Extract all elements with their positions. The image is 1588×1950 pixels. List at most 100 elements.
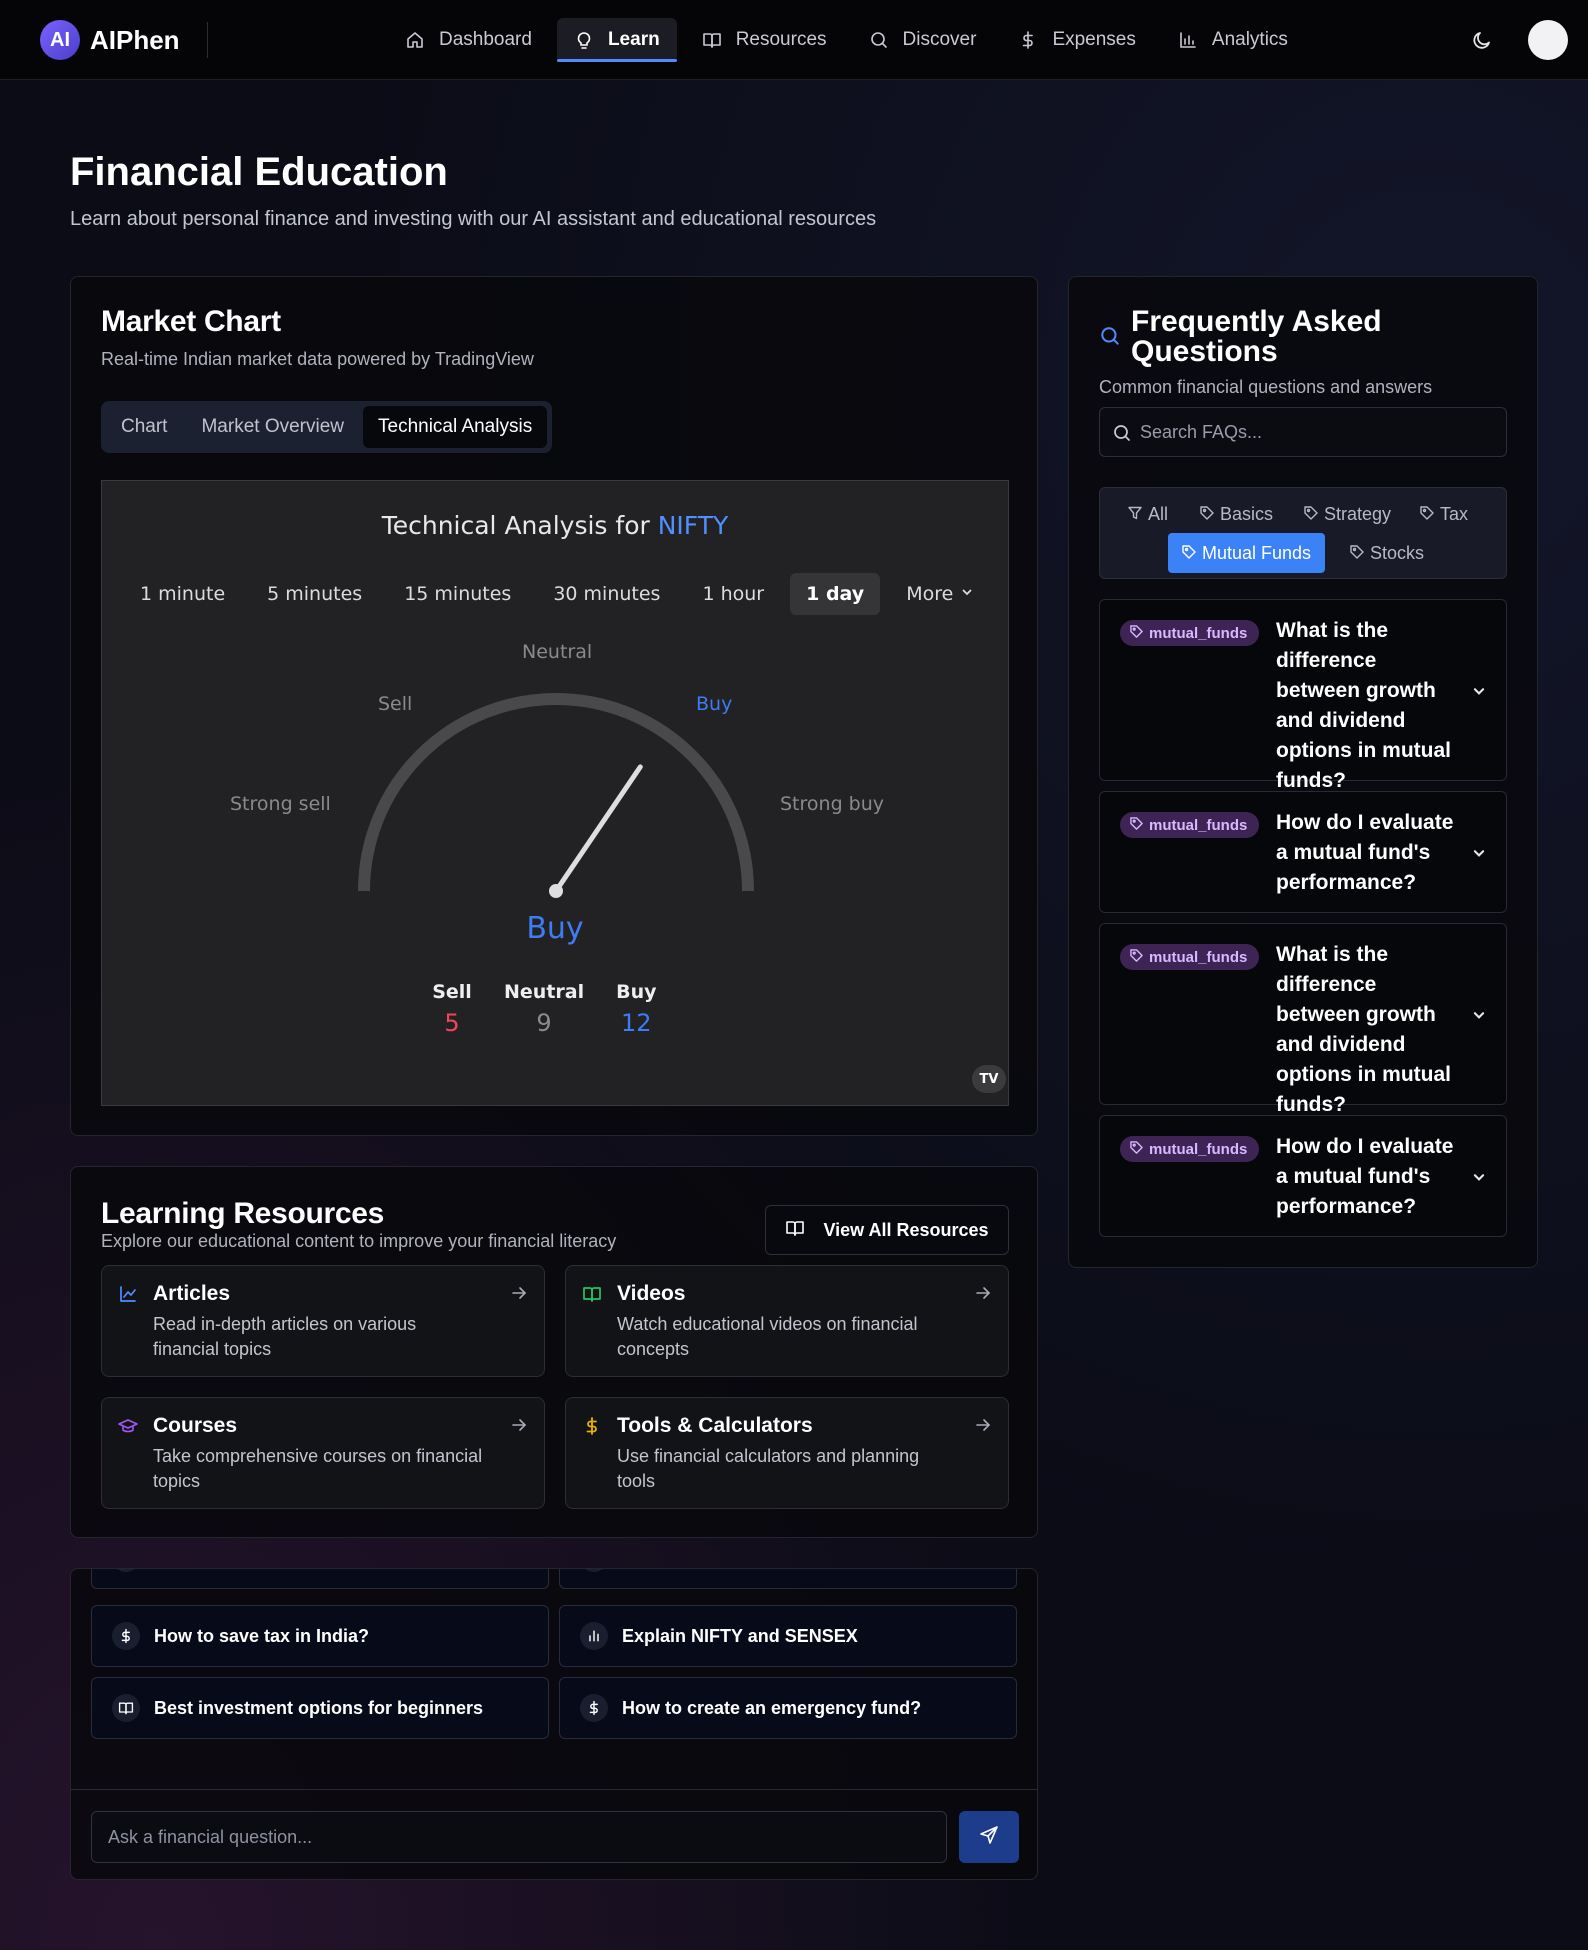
- nav-item-learn[interactable]: Learn: [556, 18, 677, 62]
- nav-item-dashboard[interactable]: Dashboard: [388, 18, 549, 62]
- interval-15-minutes[interactable]: 15 minutes: [388, 573, 527, 615]
- page-title: Financial Education: [70, 150, 448, 194]
- filter-mutual-funds[interactable]: Mutual Funds: [1168, 533, 1326, 573]
- interval-1-minute[interactable]: 1 minute: [124, 573, 241, 615]
- faq-question: How do I evaluate a mutual fund's perfor…: [1276, 811, 1454, 894]
- suggestion-chip[interactable]: Best investment options for beginners: [91, 1677, 549, 1739]
- tab-technical-analysis[interactable]: Technical Analysis: [363, 406, 548, 448]
- interval-selector: 1 minute 5 minutes 15 minutes 30 minutes…: [124, 573, 989, 615]
- faq-search-input[interactable]: [1140, 408, 1500, 456]
- gauge-arc: [358, 693, 754, 892]
- interval-5-minutes[interactable]: 5 minutes: [251, 573, 378, 615]
- page-subtitle: Learn about personal finance and investi…: [70, 208, 877, 230]
- search-icon: [1099, 325, 1121, 352]
- faq-item[interactable]: mutual_funds How do I evaluate a mutual …: [1099, 1115, 1507, 1237]
- interval-30-minutes[interactable]: 30 minutes: [537, 573, 676, 615]
- top-navigation-bar: AI AIPhen Dashboard Learn Resources Disc…: [0, 0, 1588, 80]
- brand[interactable]: AI AIPhen: [40, 20, 180, 60]
- filter-stocks[interactable]: Stocks: [1336, 533, 1438, 573]
- tab-chart[interactable]: Chart: [106, 406, 182, 448]
- book-open-icon: [112, 1694, 140, 1722]
- tradingview-logo[interactable]: TV: [972, 1065, 1006, 1093]
- buy-count: Buy 12: [616, 981, 656, 1037]
- sell-count: Sell 5: [432, 981, 472, 1037]
- suggestion-chip[interactable]: How to create an emergency fund?: [559, 1677, 1017, 1739]
- filter-basics[interactable]: Basics: [1186, 494, 1287, 534]
- filter-label: Stocks: [1370, 542, 1425, 563]
- moon-icon[interactable]: [1470, 28, 1494, 52]
- resource-tools-calculators[interactable]: Tools & Calculators Use financial calcul…: [565, 1397, 1009, 1509]
- faq-question: How do I evaluate a mutual fund's perfor…: [1276, 1135, 1454, 1218]
- view-all-resources-button[interactable]: View All Resources: [765, 1205, 1009, 1255]
- neutral-count-value: 9: [536, 1009, 552, 1037]
- neutral-count: Neutral 9: [504, 981, 584, 1037]
- home-icon: [405, 30, 425, 50]
- suggestion-text: How to create an emergency fund?: [622, 1697, 922, 1718]
- tab-market-overview[interactable]: Market Overview: [186, 406, 359, 448]
- suggestion-text: Explain NIFTY and SENSEX: [622, 1625, 858, 1646]
- suggestion-chip-partial[interactable]: [91, 1569, 549, 1589]
- nav-label: Learn: [607, 29, 660, 50]
- ask-question-input[interactable]: [91, 1811, 947, 1863]
- nav-item-discover[interactable]: Discover: [852, 18, 994, 62]
- chevron-down-icon[interactable]: [1472, 684, 1486, 698]
- nav-item-resources[interactable]: Resources: [685, 18, 844, 62]
- resource-videos[interactable]: Videos Watch educational videos on finan…: [565, 1265, 1009, 1377]
- filter-label: Basics: [1220, 503, 1274, 524]
- tag-icon: [1130, 948, 1143, 966]
- graduation-cap-icon: [118, 1416, 138, 1436]
- suggestion-chip[interactable]: How to save tax in India?: [91, 1605, 549, 1667]
- main-nav: Dashboard Learn Resources Discover Expen…: [388, 18, 1305, 62]
- ai-assistant-card: How to save tax in India? Explain NIFTY …: [70, 1568, 1038, 1880]
- gauge-label-sell: Sell: [378, 693, 413, 715]
- interval-more-dropdown[interactable]: More: [890, 573, 989, 615]
- faq-title: Frequently Asked Questions: [1131, 305, 1382, 368]
- gauge-label-buy: Buy: [696, 693, 733, 715]
- dollar-icon: [582, 1416, 602, 1436]
- gauge-needle: [553, 764, 643, 894]
- resource-courses[interactable]: Courses Take comprehensive courses on fi…: [101, 1397, 545, 1509]
- chevron-down-icon[interactable]: [1472, 1170, 1486, 1184]
- filter-all[interactable]: All: [1114, 494, 1182, 534]
- interval-1-hour[interactable]: 1 hour: [686, 573, 780, 615]
- resource-articles[interactable]: Articles Read in-depth articles on vario…: [101, 1265, 545, 1377]
- suggestion-text: Best investment options for beginners: [154, 1697, 484, 1718]
- nav-label: Analytics: [1211, 29, 1288, 50]
- resource-description: Use financial calculators and planning t…: [617, 1446, 920, 1491]
- send-button[interactable]: [959, 1811, 1019, 1863]
- filter-label: Tax: [1440, 503, 1469, 524]
- chevron-down-icon[interactable]: [1472, 846, 1486, 860]
- badge-label: mutual_funds: [1149, 948, 1248, 966]
- suggestion-chip-partial[interactable]: [559, 1569, 1017, 1589]
- learning-resources-title: Learning Resources: [101, 1197, 385, 1230]
- sell-count-label: Sell: [432, 981, 472, 1003]
- overall-verdict: Buy: [526, 911, 584, 946]
- category-badge: mutual_funds: [1120, 944, 1260, 970]
- market-chart-title: Market Chart: [101, 305, 281, 338]
- faq-card: Frequently Asked Questions Common financ…: [1068, 276, 1538, 1268]
- suggestion-chip[interactable]: Explain NIFTY and SENSEX: [559, 1605, 1017, 1667]
- chevron-down-icon[interactable]: [1472, 1008, 1486, 1022]
- faq-item[interactable]: mutual_funds What is the difference betw…: [1099, 599, 1507, 792]
- user-avatar[interactable]: [1528, 20, 1568, 60]
- gauge-label-neutral: Neutral: [522, 641, 593, 663]
- nav-item-analytics[interactable]: Analytics: [1161, 18, 1305, 62]
- nav-item-expenses[interactable]: Expenses: [1001, 18, 1152, 62]
- bar-chart-icon: [580, 1622, 608, 1650]
- filter-strategy[interactable]: Strategy: [1290, 494, 1405, 534]
- widget-symbol[interactable]: NIFTY: [658, 511, 729, 540]
- faq-search: [1099, 407, 1507, 457]
- buy-count-label: Buy: [616, 981, 657, 1003]
- faq-item[interactable]: mutual_funds How do I evaluate a mutual …: [1099, 791, 1507, 913]
- filter-tax[interactable]: Tax: [1406, 494, 1482, 534]
- market-chart-description: Real-time Indian market data powered by …: [101, 349, 534, 369]
- bar-chart-icon: [1178, 30, 1198, 50]
- faq-item[interactable]: mutual_funds What is the difference betw…: [1099, 923, 1507, 1116]
- gauge-label-strong-buy: Strong buy: [780, 793, 885, 815]
- send-icon: [979, 1825, 999, 1850]
- resource-title: Articles: [153, 1282, 231, 1305]
- tag-icon: [1350, 543, 1364, 564]
- tag-icon: [1200, 504, 1214, 525]
- interval-1-day[interactable]: 1 day: [790, 573, 881, 615]
- faq-category-filters: All Basics Strategy Tax Mutual Funds Sto…: [1099, 487, 1507, 579]
